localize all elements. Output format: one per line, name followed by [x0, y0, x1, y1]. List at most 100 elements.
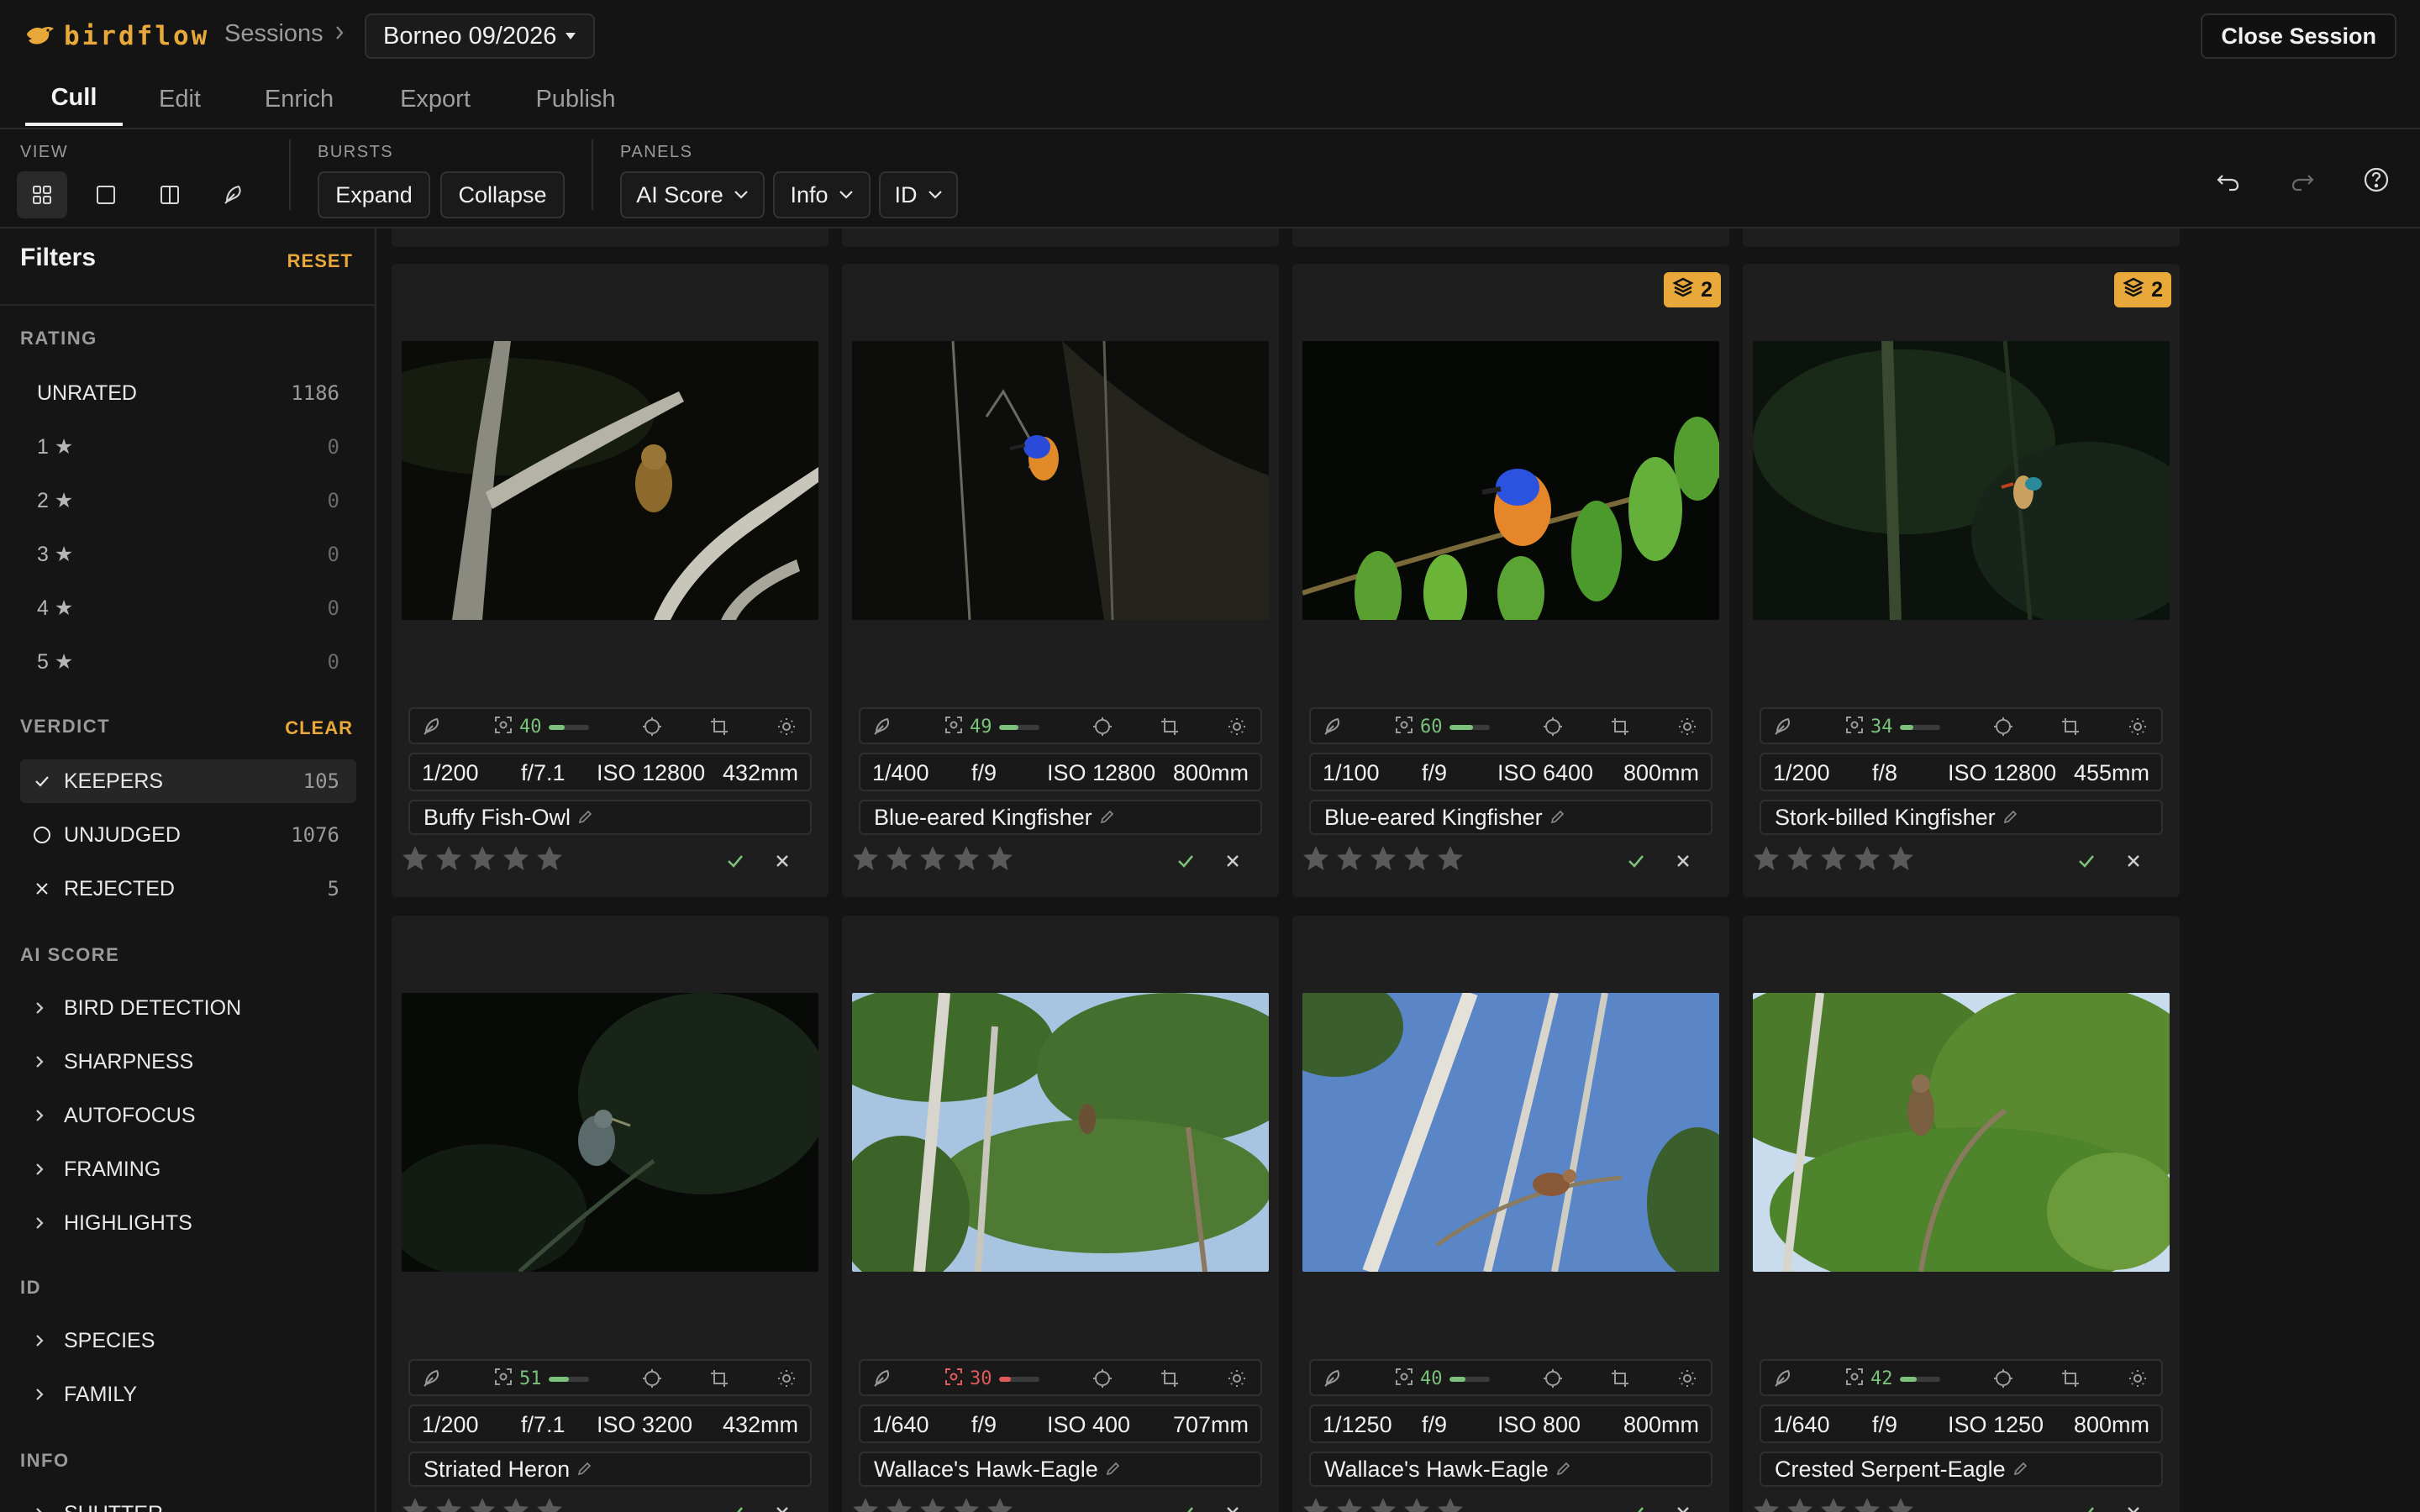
photo-card[interactable]: 40 1/1250 f/9 ISO 800 800mm Wallace's Hawk-Ea…: [1292, 916, 1729, 1512]
photo-thumbnail[interactable]: [1302, 341, 1719, 620]
rating-filter-2[interactable]: 2 ★ 0: [20, 479, 356, 522]
ai-filter-bird-detection[interactable]: BIRD DETECTION: [20, 986, 356, 1030]
star-icon[interactable]: [918, 1495, 948, 1512]
compare-view-button[interactable]: [145, 171, 195, 218]
id-filter-family[interactable]: FAMILY: [20, 1373, 356, 1416]
id-filter-species[interactable]: SPECIES: [20, 1319, 356, 1362]
keep-button[interactable]: [1173, 1500, 1198, 1512]
star-icon[interactable]: [1368, 843, 1398, 878]
species-field[interactable]: Wallace's Hawk-Eagle: [859, 1452, 1262, 1487]
star-icon[interactable]: [1402, 843, 1432, 878]
reject-button[interactable]: [1220, 1500, 1245, 1512]
reject-button[interactable]: [1670, 1500, 1696, 1512]
photo-thumbnail[interactable]: [402, 341, 818, 620]
redo-button[interactable]: [2286, 163, 2319, 197]
star-icon[interactable]: [467, 1495, 497, 1512]
ai-filter-highlights[interactable]: HIGHLIGHTS: [20, 1201, 356, 1245]
star-icon[interactable]: [1785, 1495, 1815, 1512]
photo-card[interactable]: 49 1/400 f/9 ISO 12800 800mm Blue-eared Kingf…: [842, 264, 1279, 897]
star-icon[interactable]: [1435, 843, 1465, 878]
rating-filter-3[interactable]: 3 ★ 0: [20, 533, 356, 576]
tab-export[interactable]: Export: [388, 72, 482, 126]
star-icon[interactable]: [1368, 1495, 1398, 1512]
star-icon[interactable]: [850, 843, 881, 878]
grid-view-button[interactable]: [17, 171, 67, 218]
rating-filter-1[interactable]: 1 ★ 0: [20, 425, 356, 469]
star-icon[interactable]: [1852, 1495, 1882, 1512]
star-icon[interactable]: [1751, 843, 1781, 878]
photo-thumbnail[interactable]: [1753, 341, 2170, 620]
burst-badge[interactable]: 2: [1664, 272, 1721, 307]
info-filter-shutter[interactable]: SHUTTER: [20, 1492, 356, 1512]
star-icon[interactable]: [985, 843, 1015, 878]
species-field[interactable]: Striated Heron: [408, 1452, 812, 1487]
clear-verdict-button[interactable]: CLEAR: [285, 717, 353, 739]
undo-button[interactable]: [2212, 163, 2245, 197]
star-icon[interactable]: [1402, 1495, 1432, 1512]
star-icon[interactable]: [951, 843, 981, 878]
star-icon[interactable]: [1334, 1495, 1365, 1512]
species-field[interactable]: Crested Serpent-Eagle: [1760, 1452, 2163, 1487]
photo-thumbnail[interactable]: [852, 341, 1269, 620]
photo-thumbnail[interactable]: [1753, 993, 2170, 1272]
session-select[interactable]: Borneo 09/2026: [365, 13, 596, 59]
photo-card[interactable]: 40 1/200 f/7.1 ISO 12800 432mm Buffy Fish-Owl: [392, 264, 829, 897]
star-icon[interactable]: [1301, 1495, 1331, 1512]
expand-bursts-button[interactable]: Expand: [318, 171, 430, 218]
star-icon[interactable]: [534, 843, 565, 878]
breadcrumb-sessions[interactable]: Sessions: [224, 20, 324, 48]
star-icon[interactable]: [1886, 843, 1916, 878]
keep-button[interactable]: [2074, 848, 2099, 874]
star-icon[interactable]: [1886, 1495, 1916, 1512]
star-icon[interactable]: [951, 1495, 981, 1512]
star-icon[interactable]: [1818, 843, 1849, 878]
star-icon[interactable]: [985, 1495, 1015, 1512]
keep-button[interactable]: [723, 848, 748, 874]
species-field[interactable]: Blue-eared Kingfisher: [859, 800, 1262, 835]
tab-cull[interactable]: Cull: [25, 72, 123, 126]
tab-publish[interactable]: Publish: [526, 72, 625, 126]
ai-filter-framing[interactable]: FRAMING: [20, 1147, 356, 1191]
ai-filter-autofocus[interactable]: AUTOFOCUS: [20, 1094, 356, 1137]
photo-card[interactable]: 2 60 1/100 f/9 ISO 6400 800mm Blue-eared King…: [1292, 264, 1729, 897]
star-icon[interactable]: [1301, 843, 1331, 878]
star-icon[interactable]: [1785, 843, 1815, 878]
ai-filter-sharpness[interactable]: SHARPNESS: [20, 1040, 356, 1084]
star-icon[interactable]: [918, 843, 948, 878]
star-icon[interactable]: [1435, 1495, 1465, 1512]
single-view-button[interactable]: [81, 171, 131, 218]
species-field[interactable]: Stork-billed Kingfisher: [1760, 800, 2163, 835]
rating-filter-4[interactable]: 4 ★ 0: [20, 586, 356, 630]
star-icon[interactable]: [1852, 843, 1882, 878]
tab-enrich[interactable]: Enrich: [257, 72, 341, 126]
keep-button[interactable]: [1173, 848, 1198, 874]
star-icon[interactable]: [400, 843, 430, 878]
keep-button[interactable]: [1623, 1500, 1649, 1512]
star-icon[interactable]: [884, 1495, 914, 1512]
help-button[interactable]: [2360, 163, 2393, 197]
star-icon[interactable]: [534, 1495, 565, 1512]
photo-thumbnail[interactable]: [852, 993, 1269, 1272]
reject-button[interactable]: [2121, 848, 2146, 874]
bird-view-button[interactable]: [208, 171, 259, 218]
species-field[interactable]: Blue-eared Kingfisher: [1309, 800, 1712, 835]
verdict-filter-keepers[interactable]: KEEPERS 105: [20, 759, 356, 803]
verdict-filter-rejected[interactable]: REJECTED 5: [20, 867, 356, 911]
panel-info-dropdown[interactable]: Info: [773, 171, 871, 218]
reset-filters-button[interactable]: RESET: [287, 250, 353, 272]
star-icon[interactable]: [467, 843, 497, 878]
tab-edit[interactable]: Edit: [148, 72, 212, 126]
reject-button[interactable]: [770, 848, 795, 874]
rating-filter-unrated[interactable]: UNRATED 1186: [20, 371, 356, 415]
star-icon[interactable]: [434, 1495, 464, 1512]
star-icon[interactable]: [1334, 843, 1365, 878]
rating-filter-5[interactable]: 5 ★ 0: [20, 640, 356, 684]
photo-card[interactable]: 51 1/200 f/7.1 ISO 3200 432mm Striated Heron: [392, 916, 829, 1512]
star-icon[interactable]: [434, 843, 464, 878]
panel-ai-score-dropdown[interactable]: AI Score: [620, 171, 765, 218]
burst-badge[interactable]: 2: [2114, 272, 2171, 307]
close-session-button[interactable]: Close Session: [2201, 13, 2396, 59]
star-icon[interactable]: [501, 1495, 531, 1512]
star-icon[interactable]: [850, 1495, 881, 1512]
collapse-bursts-button[interactable]: Collapse: [440, 171, 565, 218]
